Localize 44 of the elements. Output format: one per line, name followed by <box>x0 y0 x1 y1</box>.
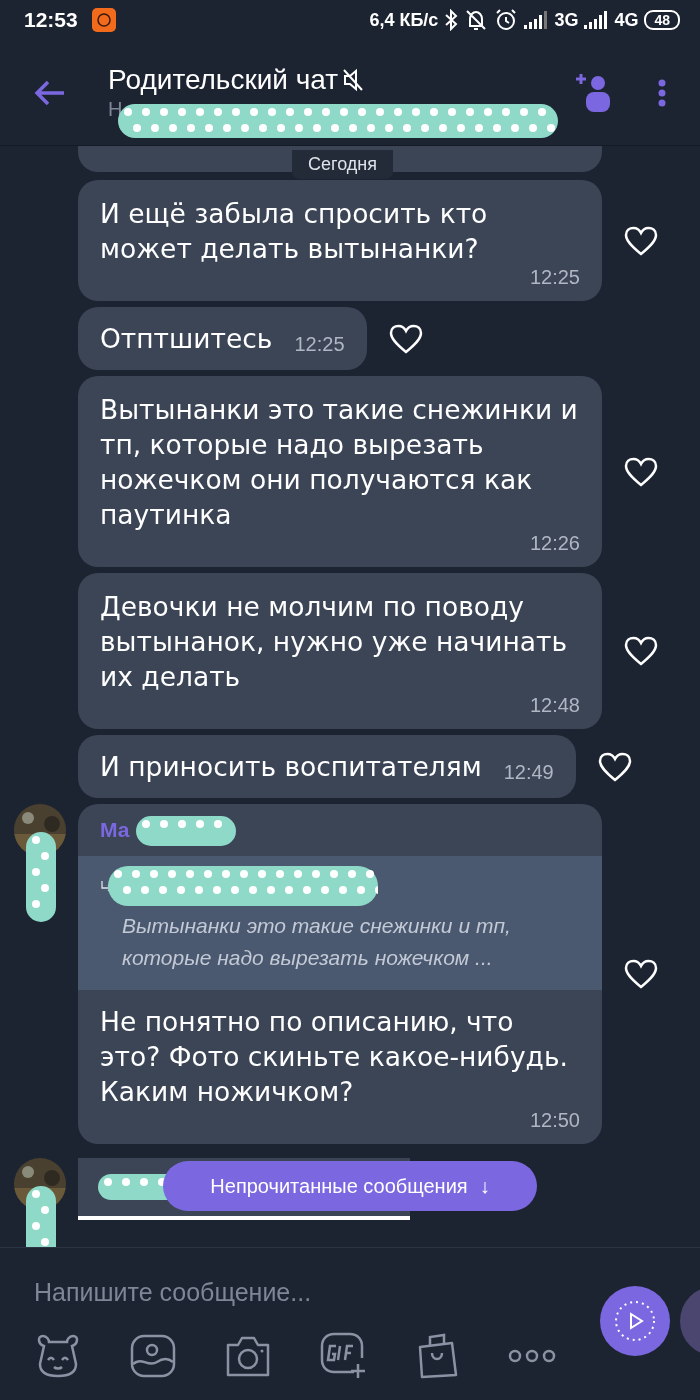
add-person-icon[interactable] <box>574 71 610 114</box>
chat-title: Родительский чат <box>108 64 339 96</box>
play-icon <box>613 1299 657 1343</box>
message-time: 12:25 <box>294 333 345 356</box>
back-arrow-icon[interactable] <box>34 78 66 107</box>
app-icon <box>91 8 116 32</box>
message-text: И приносить воспитателям <box>100 750 482 784</box>
reply-arrow-icon <box>100 880 112 892</box>
heart-icon[interactable] <box>624 636 658 666</box>
more-options-icon[interactable] <box>658 78 666 107</box>
more-icon[interactable] <box>508 1349 556 1363</box>
message-text: И ещё забыла спросить кто может делать вытынанки? <box>100 197 489 266</box>
message-text: Отптшитесь <box>100 322 273 356</box>
message-time: 12:25 <box>529 266 580 289</box>
message-time: 12:50 <box>529 1109 580 1132</box>
gallery-icon[interactable] <box>130 1334 176 1378</box>
network-type: 3G <box>554 9 579 31</box>
battery-icon: 48 <box>644 10 680 30</box>
unread-messages-button[interactable]: Непрочитанные сообщения ↓ <box>163 1161 537 1211</box>
gif-icon[interactable] <box>320 1332 368 1380</box>
status-time: 12:53 <box>24 8 78 32</box>
message-text: Не понятно по описанию, что это? Фото скиньте какое-нибудь. Каким ножичком? <box>100 1005 569 1109</box>
message-time: 12:48 <box>529 694 580 717</box>
heart-icon[interactable] <box>624 959 658 989</box>
date-label: Сегодня <box>292 150 393 179</box>
heart-icon[interactable] <box>388 323 423 354</box>
network-type: 4G <box>614 9 639 31</box>
message-text: Девочки не молчим по поводу вытынанок, нужно уже начинать их делать <box>100 590 569 694</box>
shopping-bag-icon[interactable] <box>416 1333 460 1379</box>
message-text: Вытынанки это такие снежинки и тп, которые надо вырезать ножечком они получаются как паутинка <box>100 393 579 532</box>
quoted-message[interactable]: Вытынанки это такие снежинки и тп, которые надо вырезать ножечком ... <box>78 856 602 990</box>
bluetooth-icon <box>444 9 459 31</box>
network-speed: 6,4 КБ/с <box>369 9 439 31</box>
message-time: 12:26 <box>529 532 580 555</box>
sender-name: Ма <box>100 818 130 842</box>
message-time: 12:49 <box>503 761 554 784</box>
heart-icon[interactable] <box>624 456 658 487</box>
signal-icon <box>584 11 609 29</box>
camera-icon[interactable] <box>224 1335 272 1377</box>
quote-text: Вытынанки это такие снежинки и тп, которые надо вырезать ножечком ... <box>122 913 512 971</box>
heart-icon[interactable] <box>624 225 658 256</box>
message-input[interactable]: Напишите сообщение... <box>0 1262 588 1322</box>
signal-icon <box>524 11 549 29</box>
heart-icon[interactable] <box>597 751 632 782</box>
